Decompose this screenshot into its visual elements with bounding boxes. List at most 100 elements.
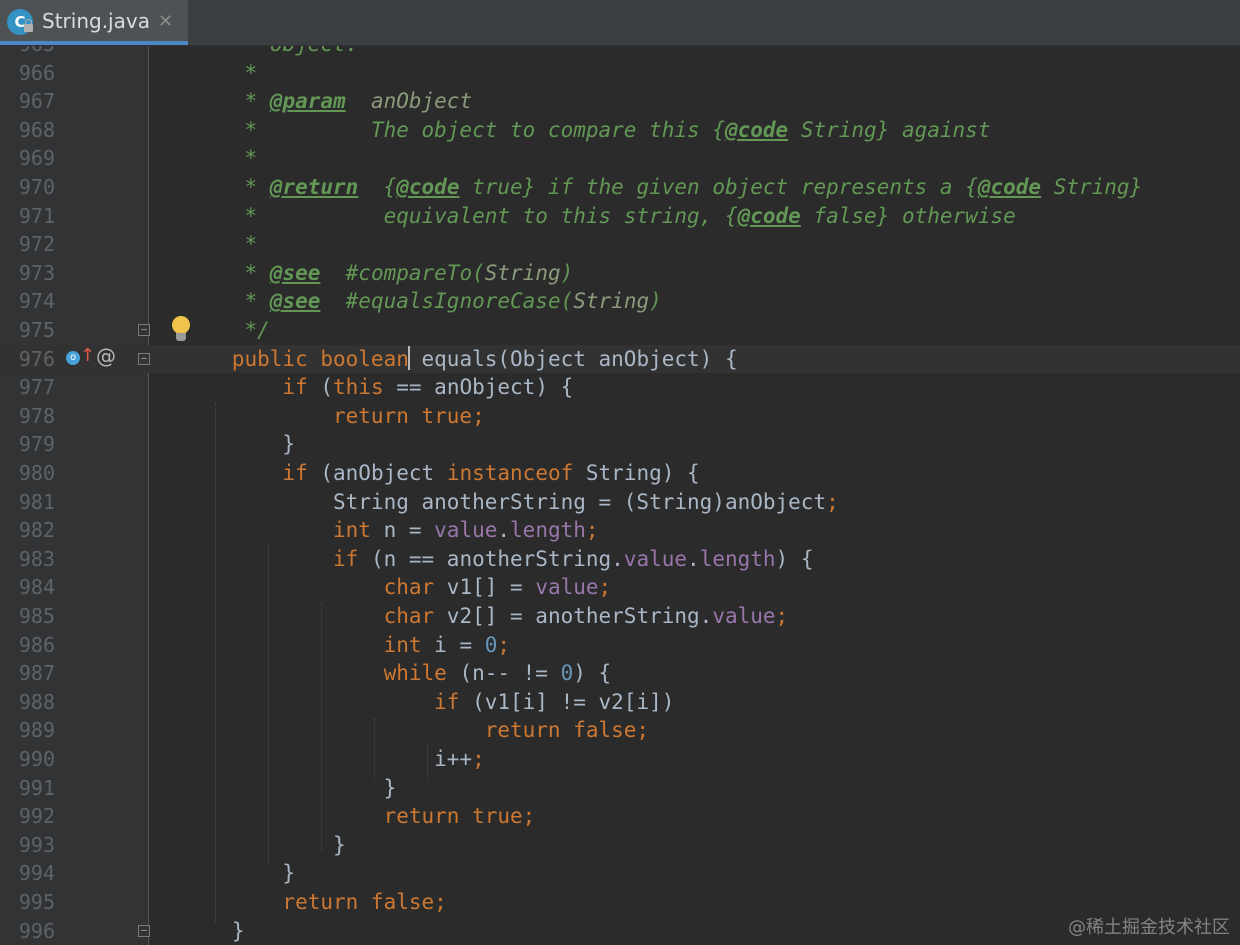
code-line[interactable]: 973 * @see #compareTo(String) (0, 259, 1240, 288)
active-tab-indicator (0, 41, 188, 45)
code-token: if (156, 375, 321, 400)
indent-guide (374, 718, 376, 780)
code-line[interactable]: 992 return true; (0, 802, 1240, 831)
line-number: 983 (18, 546, 55, 571)
line-number: 992 (18, 804, 55, 829)
code-token: @see (269, 289, 321, 314)
code-line[interactable]: 982 int n = value.length; (0, 516, 1240, 545)
code-line[interactable]: 990 i++; (0, 745, 1240, 774)
code-line[interactable]: 977 if (this == anObject) { (0, 373, 1240, 402)
code-text: if (this == anObject) { (156, 373, 573, 402)
line-number: 987 (18, 661, 55, 686)
code-token: if (156, 689, 473, 714)
code-line[interactable]: 976 public boolean equals(Object anObjec… (0, 344, 1240, 374)
code-token: i = (434, 632, 485, 657)
code-token: return true; (156, 804, 536, 829)
line-number: 978 (18, 403, 55, 428)
code-line[interactable]: 981 String anotherString = (String)anObj… (0, 488, 1240, 517)
code-token: if (156, 546, 371, 571)
code-line[interactable]: 980 if (anObject instanceof String) { (0, 459, 1240, 488)
line-number: 985 (18, 604, 55, 628)
code-line[interactable]: 985 char v2[] = anotherString.value; (0, 602, 1240, 631)
close-icon[interactable]: ✕ (158, 11, 173, 32)
code-token: ) { (573, 661, 612, 686)
code-token: v2[] = anotherString. (446, 604, 713, 628)
code-text: char v1[] = value; (156, 573, 612, 602)
code-token: * (156, 260, 270, 285)
code-token: String anotherString = (String)anObject (156, 489, 827, 514)
code-line[interactable]: 974 * @see #equalsIgnoreCase(String) (0, 287, 1240, 316)
line-number: 990 (18, 747, 55, 771)
code-token: @code (737, 203, 801, 228)
code-token: @code (977, 175, 1042, 199)
code-line[interactable]: 972 * (0, 230, 1240, 259)
code-text: return true; (156, 402, 485, 431)
code-token: @code (724, 117, 789, 142)
indent-guide (215, 403, 217, 923)
fold-toggle-icon[interactable] (138, 353, 150, 365)
code-line[interactable]: 978 return true; (0, 402, 1240, 431)
code-text: * (156, 230, 258, 259)
code-line[interactable]: 969 * (0, 144, 1240, 173)
code-token: ) (649, 289, 662, 314)
fold-toggle-icon[interactable] (138, 925, 150, 937)
code-token: } (156, 918, 245, 943)
code-token: String) { (585, 461, 700, 485)
code-token: ( (320, 375, 334, 400)
code-token: char (156, 575, 447, 600)
code-line[interactable]: 993 } (0, 831, 1240, 860)
code-token: equals(Object anObject) { (421, 346, 738, 371)
line-number: 994 (18, 861, 55, 886)
line-number: 971 (18, 203, 55, 228)
annotation-icon[interactable]: @ (96, 344, 116, 368)
code-line[interactable]: 996 } (0, 917, 1240, 945)
code-line[interactable]: 984 char v1[] = value; (0, 573, 1240, 602)
code-line[interactable]: 979 } (0, 430, 1240, 459)
code-line[interactable]: 991 } (0, 774, 1240, 803)
editor-tab-bar: C String.java ✕ (0, 0, 1240, 46)
lock-icon (24, 19, 33, 32)
code-text: if (anObject instanceof String) { (156, 459, 700, 488)
code-text: char v2[] = anotherString.value; (156, 602, 789, 631)
code-line[interactable]: 967 * @param anObject (0, 87, 1240, 116)
lightbulb-icon[interactable] (171, 316, 191, 344)
fold-toggle-icon[interactable] (138, 324, 150, 336)
watermark: @稀土掘金技术社区 (1068, 917, 1230, 938)
code-line[interactable]: 994 } (0, 859, 1240, 888)
code-token: anObject (370, 89, 473, 114)
line-number: 993 (18, 832, 55, 857)
code-line[interactable]: 987 while (n-- != 0) { (0, 659, 1240, 688)
code-text: } (156, 917, 245, 945)
code-line[interactable]: 966 * (0, 59, 1240, 88)
indent-guide (268, 546, 270, 866)
code-line[interactable]: 970 * @return {@code true} if the given … (0, 173, 1240, 202)
code-editor[interactable]: 965 * object.966 *967 * @param anObject9… (0, 46, 1240, 945)
code-line[interactable]: 983 if (n == anotherString.value.length)… (0, 545, 1240, 574)
code-text: * (156, 59, 258, 88)
code-line[interactable]: 988 if (v1[i] != v2[i]) (0, 688, 1240, 717)
code-line[interactable]: 965 * object. (0, 46, 1240, 59)
code-token: n = (383, 518, 435, 543)
code-line[interactable]: 968 * The object to compare this {@code … (0, 116, 1240, 145)
override-arrow-icon[interactable]: ↑ (80, 344, 95, 368)
code-token: 0 (560, 661, 574, 686)
code-line[interactable]: 989 return false; (0, 716, 1240, 745)
code-text: while (n-- != 0) { (156, 659, 612, 688)
code-token: * (156, 146, 258, 171)
line-number: 976 (18, 346, 55, 371)
code-token: } (156, 432, 296, 457)
code-token: ; (497, 632, 511, 657)
code-text: String anotherString = (String)anObject; (156, 488, 839, 517)
code-token: ) (560, 260, 574, 285)
code-line[interactable]: 971 * equivalent to this string, {@code … (0, 202, 1240, 231)
code-token: String (484, 260, 561, 285)
code-line[interactable]: 995 return false; (0, 888, 1240, 917)
code-line[interactable]: 986 int i = 0; (0, 631, 1240, 660)
tab-string-java[interactable]: C String.java ✕ (0, 0, 188, 45)
overrides-method-icon[interactable]: o (66, 351, 80, 365)
code-token: false} otherwise (800, 203, 1016, 228)
code-text: * @return {@code true} if the given obje… (156, 173, 1143, 202)
line-number: 988 (18, 689, 55, 714)
code-token: value (535, 575, 599, 600)
